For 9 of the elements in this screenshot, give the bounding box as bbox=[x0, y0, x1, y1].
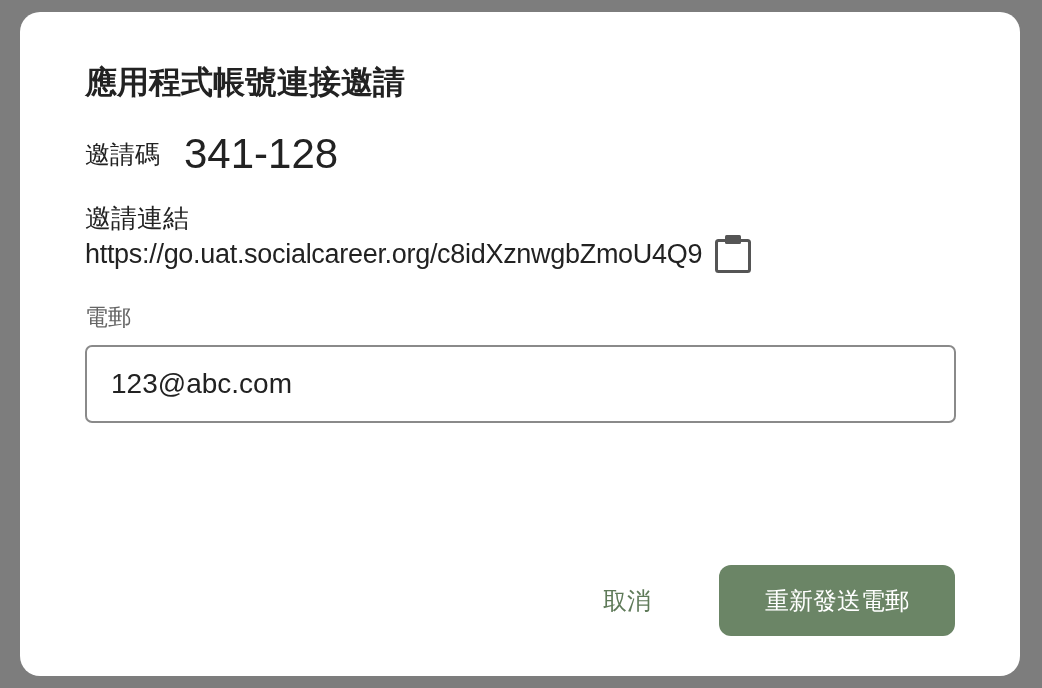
cancel-button[interactable]: 取消 bbox=[583, 574, 671, 627]
invite-link-label: 邀請連結 bbox=[85, 202, 190, 234]
invite-code-label: 邀請碼 bbox=[85, 138, 160, 170]
email-label: 電郵 bbox=[85, 303, 132, 332]
email-field[interactable]: 123@abc.com bbox=[85, 345, 956, 423]
invite-code: 341-128 bbox=[184, 130, 339, 178]
resend-email-button[interactable]: 重新發送電郵 bbox=[719, 565, 955, 636]
dialog-title: 應用程式帳號連接邀請 bbox=[85, 64, 406, 100]
clipboard-icon[interactable] bbox=[714, 234, 753, 274]
